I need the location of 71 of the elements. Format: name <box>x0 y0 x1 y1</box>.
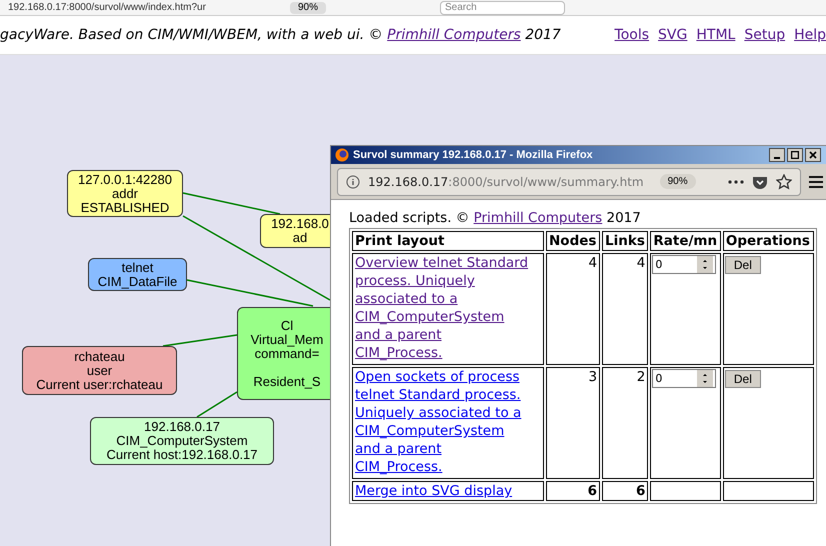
merge-link[interactable]: Merge into SVG display <box>355 483 512 499</box>
node-label: addr <box>112 186 138 200</box>
node-label: telnet <box>122 260 154 274</box>
rate-input[interactable]: 0 <box>653 370 698 388</box>
node-label: Current user:rchateau <box>36 378 163 392</box>
nav-link[interactable]: HTML <box>696 24 736 46</box>
node-label: 127.0.0.1:42280 <box>78 172 172 186</box>
minimize-button[interactable] <box>769 148 785 162</box>
delete-button[interactable]: Del <box>724 256 761 274</box>
column-header: Nodes <box>546 231 600 251</box>
node-label: ad <box>292 231 308 245</box>
nav-link[interactable]: Setup <box>744 24 786 46</box>
browser-logo-icon <box>335 148 349 162</box>
column-header: Rate/mn <box>650 231 721 251</box>
close-icon <box>809 151 817 159</box>
node-label: Current host:192.168.0.17 <box>106 448 258 462</box>
nav-link[interactable]: SVG <box>658 24 688 46</box>
spinner-icon[interactable] <box>697 370 714 387</box>
node-label: CIM_DataFile <box>98 274 178 288</box>
table-cell: 6 <box>602 481 648 501</box>
nav-link[interactable]: Help <box>794 24 826 46</box>
node-label: user <box>86 364 112 378</box>
header-text: gacyWare. Based on CIM/WMI/WBEM, with a web ui. © Primhill Computers 2017 <box>0 26 561 44</box>
info-icon <box>346 174 360 188</box>
table-cell: 3 <box>546 367 600 479</box>
column-header: Print layout <box>352 231 544 251</box>
node-label: 192.168.0 <box>271 217 329 231</box>
company-link[interactable]: Primhill Computers <box>474 210 602 226</box>
window-title: Survol summary 192.168.0.17 - Mozilla Firefox <box>353 148 593 163</box>
node-label: ESTABLISHED <box>80 200 170 214</box>
maximize-button[interactable] <box>787 148 803 162</box>
layout-link[interactable]: Overview telnet Standard process. Uniquely associated to a CIM_ComputerSystem and a parent CIM_Process. <box>355 254 531 362</box>
menu-icon[interactable] <box>809 176 823 188</box>
spinner-icon[interactable] <box>697 256 714 273</box>
layout-link[interactable]: Open sockets of process telnet Standard process. Uniquely associated to a CIM_ComputerSystem and a parent CIM_Process. <box>355 368 531 476</box>
url-field[interactable]: 192.168.0.17:8000/survol/www/summary.htm 90% <box>337 168 801 196</box>
zoom-badge[interactable]: 90% <box>290 2 326 14</box>
nav-link[interactable]: Tools <box>614 24 650 46</box>
graph-node[interactable]: rchateau user Current user:rchateau <box>22 346 177 395</box>
rate-input[interactable]: 0 <box>653 256 698 274</box>
star-icon[interactable] <box>776 174 792 190</box>
node-label: Resident_S <box>253 374 321 388</box>
node-label: 192.168.0.17 <box>144 420 220 434</box>
zoom-badge[interactable]: 90% <box>660 174 696 189</box>
delete-button[interactable]: Del <box>724 370 761 388</box>
graph-node[interactable]: telnet CIM_DataFile <box>88 258 187 291</box>
more-icon[interactable] <box>728 180 744 184</box>
pocket-icon[interactable] <box>752 174 768 188</box>
column-header: Links <box>602 231 648 251</box>
maximize-icon <box>791 151 799 159</box>
rate-spinbox[interactable]: 0 <box>652 255 716 274</box>
table-cell: 6 <box>546 481 600 501</box>
table-cell: 4 <box>546 253 600 365</box>
intro-text: Loaded scripts. © Primhill Computers 2017 <box>349 210 642 227</box>
table-cell: 4 <box>602 253 648 365</box>
search-field[interactable]: Search <box>440 0 566 14</box>
graph-node[interactable]: 192.168.0.17 CIM_ComputerSystem Current host:192.168.0.17 <box>90 417 274 465</box>
column-header: Operations <box>722 231 814 251</box>
graph-node[interactable]: 127.0.0.1:42280 addr ESTABLISHED <box>67 170 183 217</box>
url-text: 192.168.0.17:8000/survol/www/summary.htm <box>368 174 644 190</box>
rate-spinbox[interactable]: 0 <box>652 369 716 388</box>
node-label: rchateau <box>74 350 125 364</box>
node-label: Virtual_Mem <box>250 332 324 346</box>
node-label: command= <box>254 346 320 360</box>
url-field[interactable]: 192.168.0.17:8000/survol/www/index.htm?ur <box>8 0 278 15</box>
header-link[interactable]: Primhill Computers <box>387 26 521 42</box>
connector-line <box>196 391 238 418</box>
close-button[interactable] <box>805 148 821 162</box>
table-cell: 2 <box>602 367 648 479</box>
node-label: CIM_ComputerSystem <box>116 434 248 448</box>
node-label: Cl <box>280 318 294 332</box>
